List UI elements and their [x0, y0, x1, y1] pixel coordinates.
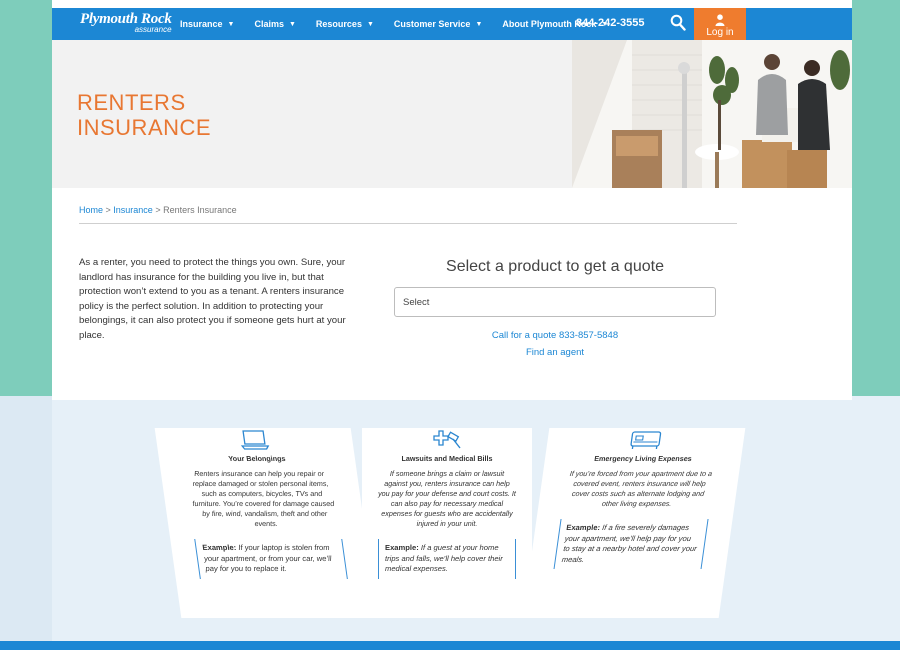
title-line-1: RENTERS	[77, 90, 186, 115]
nav-item-claims[interactable]: Claims ▼	[254, 19, 295, 29]
card-example: Example: If your laptop is stolen from y…	[194, 539, 348, 579]
nav-label: Customer Service	[393, 19, 471, 29]
example-label: Example:	[385, 543, 419, 552]
brand-sub: assurance	[134, 25, 172, 34]
top-nav: Plymouth Rock assurance Insurance ▼ Claim…	[52, 8, 852, 48]
divider	[79, 223, 737, 224]
nav-label: Insurance	[180, 19, 223, 29]
nav-label: Resources	[315, 19, 362, 29]
user-icon	[715, 14, 725, 26]
card-body: If you’re forced from your apartment due…	[569, 469, 713, 508]
medical-gavel-icon	[433, 430, 461, 449]
breadcrumb-sep: >	[152, 205, 164, 215]
brand-logo[interactable]: Plymouth Rock assurance	[80, 11, 172, 34]
chevron-down-icon: ▼	[227, 20, 235, 28]
hotel-bed-icon	[630, 431, 662, 449]
find-agent-link[interactable]: Find an agent	[394, 347, 716, 358]
intro-text: As a renter, you need to protect the thi…	[79, 257, 346, 341]
card-title: Lawsuits and Medical Bills	[401, 454, 493, 463]
lower-panel-shade	[0, 396, 52, 642]
card-body: Renters insurance can help you repair or…	[191, 469, 335, 528]
chevron-down-icon: ▼	[366, 20, 374, 28]
nav-label: Claims	[254, 19, 284, 29]
coverage-card-emergency: Emergency Living Expenses If you’re forc…	[522, 428, 746, 618]
card-title: Your Belongings	[227, 454, 287, 463]
bottom-bar	[0, 641, 900, 650]
search-icon[interactable]	[670, 14, 686, 32]
coverage-card-lawsuits: Lawsuits and Medical Bills If someone br…	[362, 428, 532, 618]
breadcrumb-current: Renters Insurance	[163, 205, 237, 215]
title-line-2: INSURANCE	[77, 115, 212, 140]
coverage-card-belongings: Your Belongings Renters insurance can he…	[154, 428, 378, 618]
card-body: If someone brings a claim or lawsuit aga…	[378, 469, 516, 528]
login-label: Log in	[706, 27, 734, 38]
chevron-down-icon: ▼	[475, 20, 483, 28]
nav-item-resources[interactable]: Resources ▼	[316, 19, 374, 29]
nav-menu: Insurance ▼ Claims ▼ Resources ▼ Customer S…	[180, 8, 628, 40]
nav-item-customer-service[interactable]: Customer Service ▼	[394, 19, 482, 29]
card-example: Example: If a guest at your home trips a…	[378, 539, 516, 579]
page-title: RENTERS INSURANCE	[77, 90, 211, 140]
call-for-quote-link[interactable]: Call for a quote 833-857-5848	[394, 330, 716, 341]
card-title: Emergency Living Expenses	[593, 454, 693, 463]
web-page: Plymouth Rock assurance Insurance ▼ Claim…	[52, 0, 852, 400]
breadcrumb-insurance[interactable]: Insurance	[113, 205, 153, 215]
card-example: Example: If a fire severely damages your…	[553, 519, 709, 569]
nav-item-insurance[interactable]: Insurance ▼	[180, 19, 234, 29]
breadcrumb-sep: >	[103, 205, 114, 215]
laptop-icon	[240, 430, 270, 450]
example-label: Example:	[565, 523, 601, 532]
chevron-down-icon: ▼	[288, 20, 296, 28]
phone-number[interactable]: 844-242-3555	[576, 17, 645, 29]
breadcrumb-home[interactable]: Home	[79, 205, 103, 215]
hero-photo	[572, 40, 852, 188]
breadcrumb: Home > Insurance > Renters Insurance	[79, 205, 237, 215]
product-select[interactable]: Select	[394, 287, 716, 317]
hero-banner: RENTERS INSURANCE	[52, 40, 852, 188]
example-label: Example:	[201, 543, 237, 552]
quote-heading: Select a product to get a quote	[446, 258, 664, 275]
